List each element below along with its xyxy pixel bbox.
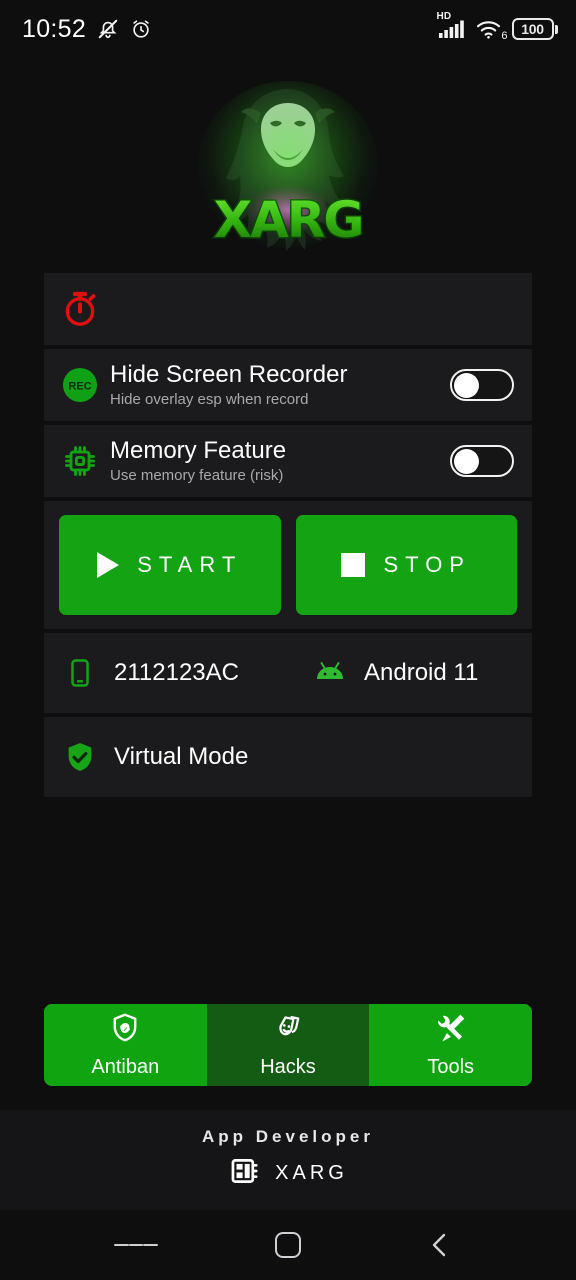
setting-title: Memory Feature <box>110 437 287 465</box>
stop-button[interactable]: STOP <box>295 515 517 615</box>
menu-icon[interactable] <box>114 1223 159 1267</box>
os-version-label: Android 11 <box>364 659 479 686</box>
app-logo: XARG <box>0 58 576 273</box>
action-buttons-card: START STOP <box>44 501 532 629</box>
stopwatch-icon <box>56 289 104 329</box>
hd-label: HD <box>436 11 452 22</box>
device-info-row: 2112123AC Android 11 <box>44 633 532 713</box>
main-content: REC Hide Screen Recorder Hide overlay es… <box>0 273 576 1280</box>
shield-link-icon <box>108 1011 142 1050</box>
virtual-mode-label: Virtual Mode <box>114 743 249 770</box>
stop-icon <box>341 553 366 577</box>
virtual-mode-row[interactable]: Virtual Mode <box>44 717 532 797</box>
status-bar-right: HD 6 100 <box>437 11 558 42</box>
nav-label: Hacks <box>260 1056 316 1078</box>
wifi-generation-label: 6 <box>501 29 508 42</box>
back-icon[interactable] <box>418 1223 462 1267</box>
home-icon[interactable] <box>266 1223 310 1267</box>
battery-icon: 100 <box>511 18 558 40</box>
chip-grid-icon <box>228 1154 262 1193</box>
tools-icon <box>434 1011 468 1050</box>
setting-subtitle: Hide overlay esp when record <box>110 390 309 408</box>
system-navigation-bar <box>0 1210 576 1280</box>
status-bar: 10:52 HD 6 100 <box>0 0 576 58</box>
nav-button-hacks[interactable]: Hacks <box>206 1004 370 1086</box>
bottom-navigation: Antiban Hacks Tools <box>44 1004 532 1086</box>
device-model-group: 2112123AC <box>56 658 306 688</box>
toggle-knob <box>454 449 479 474</box>
wifi-icon: 6 <box>476 20 508 42</box>
toggle-knob <box>454 373 479 398</box>
nav-button-antiban[interactable]: Antiban <box>44 1004 207 1086</box>
status-time: 10:52 <box>22 14 87 43</box>
setting-subtitle: Use memory feature (risk) <box>110 466 284 484</box>
stop-button-label: STOP <box>383 552 471 577</box>
logo-artwork: XARG <box>198 73 378 258</box>
toggle-memory-feature[interactable] <box>450 445 514 477</box>
play-icon <box>97 552 120 578</box>
theater-masks-icon <box>271 1011 305 1050</box>
battery-level-label: 100 <box>521 21 544 37</box>
nav-label: Antiban <box>91 1056 160 1078</box>
signal-icon: HD <box>437 11 465 38</box>
device-model-label: 2112123AC <box>114 659 239 686</box>
setting-texts: Memory Feature Use memory feature (risk) <box>104 438 450 484</box>
developer-name: XARG <box>275 1162 348 1184</box>
start-button-label: START <box>137 552 243 577</box>
developer-row: XARG <box>228 1154 348 1193</box>
android-icon <box>306 660 354 686</box>
cpu-chip-icon <box>56 443 104 479</box>
footer: App Developer XARG <box>0 1110 576 1210</box>
toggle-hide-screen-recorder[interactable] <box>450 369 514 401</box>
rec-icon: REC <box>56 366 104 404</box>
nav-button-tools[interactable]: Tools <box>369 1004 532 1086</box>
app-screen: 10:52 HD 6 100 REC Hide Screen Recorder … <box>0 0 576 1280</box>
timer-card[interactable] <box>44 273 532 345</box>
svg-text:REC: REC <box>68 381 91 393</box>
nav-label: Tools <box>427 1056 475 1078</box>
shield-check-icon <box>56 740 104 774</box>
os-version-group: Android 11 <box>306 659 478 687</box>
setting-texts: Hide Screen Recorder Hide overlay esp wh… <box>104 362 450 408</box>
mute-icon <box>97 18 119 40</box>
developer-title: App Developer <box>202 1127 374 1146</box>
setting-row-memory-feature[interactable]: Memory Feature Use memory feature (risk) <box>44 425 532 497</box>
start-button[interactable]: START <box>59 515 281 615</box>
setting-row-hide-screen-recorder[interactable]: REC Hide Screen Recorder Hide overlay es… <box>44 349 532 421</box>
alarm-icon <box>130 18 152 40</box>
smartphone-icon <box>56 658 104 688</box>
status-bar-left: 10:52 <box>22 15 152 44</box>
logo-glow <box>198 81 378 248</box>
setting-title: Hide Screen Recorder <box>110 361 348 389</box>
